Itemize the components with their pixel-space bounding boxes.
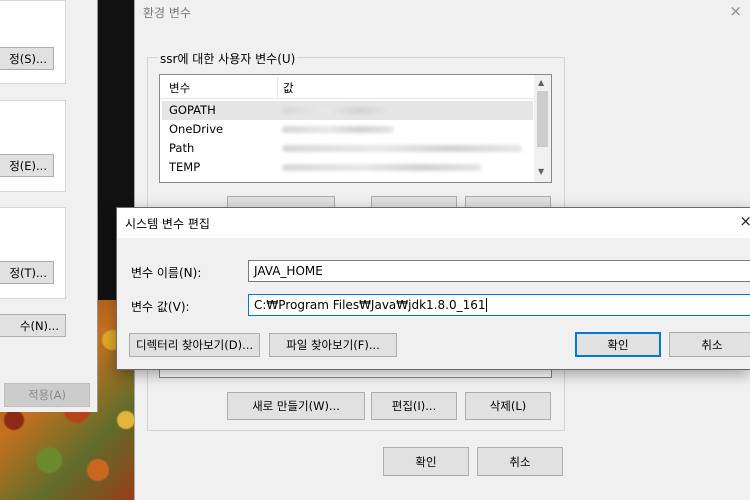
- variable-value-input[interactable]: C:₩Program Files₩Java₩jdk1.8.0_161: [248, 294, 750, 316]
- list-item[interactable]: GOPATH: [162, 101, 533, 120]
- redacted-value: [282, 145, 522, 152]
- redacted-value: [282, 126, 394, 133]
- close-icon[interactable]: ×: [729, 2, 742, 20]
- apply-button[interactable]: 적용(A): [4, 383, 90, 407]
- vertical-scrollbar[interactable]: ▲ ▼: [534, 75, 551, 182]
- user-variables-list[interactable]: 변수 값 GOPATH OneDrive Path TEMP ▲ ▼: [159, 74, 552, 183]
- browse-directory-button[interactable]: 디렉터리 찾아보기(D)...: [129, 333, 260, 357]
- redacted-value: [282, 164, 482, 171]
- edit-system-variable-dialog: 시스템 변수 편집 × 변수 이름(N): JAVA_HOME 변수 값(V):…: [116, 207, 750, 370]
- list-item[interactable]: TEMP: [162, 158, 533, 177]
- column-variable[interactable]: 변수: [169, 80, 190, 96]
- user-variables-label: ssr에 대한 사용자 변수(U): [158, 50, 298, 67]
- startup-group: [0, 0, 66, 84]
- scroll-down-icon[interactable]: ▼: [538, 167, 544, 176]
- performance-settings-button[interactable]: 정(S)...: [0, 47, 54, 70]
- user-profiles-group: [0, 100, 66, 192]
- cancel-button[interactable]: 취소: [669, 332, 750, 357]
- text-caret: [486, 298, 488, 312]
- ok-button[interactable]: 확인: [383, 447, 469, 476]
- user-profiles-settings-button[interactable]: 정(E)...: [0, 154, 54, 177]
- system-delete-button[interactable]: 삭제(L): [465, 392, 551, 420]
- variable-name-label: 변수 이름(N):: [131, 266, 202, 280]
- cancel-button[interactable]: 취소: [477, 447, 563, 476]
- title-bar[interactable]: 시스템 변수 편집 ×: [117, 208, 750, 238]
- dialog-title: 시스템 변수 편집: [125, 217, 210, 231]
- list-item[interactable]: OneDrive: [162, 120, 533, 139]
- system-properties-dialog: 정(S)... 정(E)... 정(T)... 수(N)... 적용(A): [0, 0, 98, 412]
- startup-recovery-group: [0, 207, 66, 299]
- list-header: 변수 값: [160, 75, 535, 99]
- system-edit-button[interactable]: 편집(I)...: [371, 392, 457, 420]
- close-icon[interactable]: ×: [739, 212, 750, 230]
- redacted-value: [282, 107, 392, 114]
- scroll-up-icon[interactable]: ▲: [538, 78, 544, 87]
- ok-button[interactable]: 확인: [575, 332, 661, 357]
- column-value[interactable]: 값: [283, 80, 294, 96]
- variable-value-label: 변수 값(V):: [131, 300, 190, 314]
- startup-recovery-settings-button[interactable]: 정(T)...: [0, 261, 54, 284]
- list-item[interactable]: Path: [162, 139, 533, 158]
- variable-name-input[interactable]: JAVA_HOME: [248, 260, 750, 282]
- environment-variables-button[interactable]: 수(N)...: [0, 314, 66, 337]
- system-new-button[interactable]: 새로 만들기(W)...: [227, 392, 365, 420]
- browse-file-button[interactable]: 파일 찾아보기(F)...: [269, 333, 397, 357]
- dialog-title: 환경 변수: [143, 6, 191, 20]
- scroll-thumb[interactable]: [537, 91, 548, 147]
